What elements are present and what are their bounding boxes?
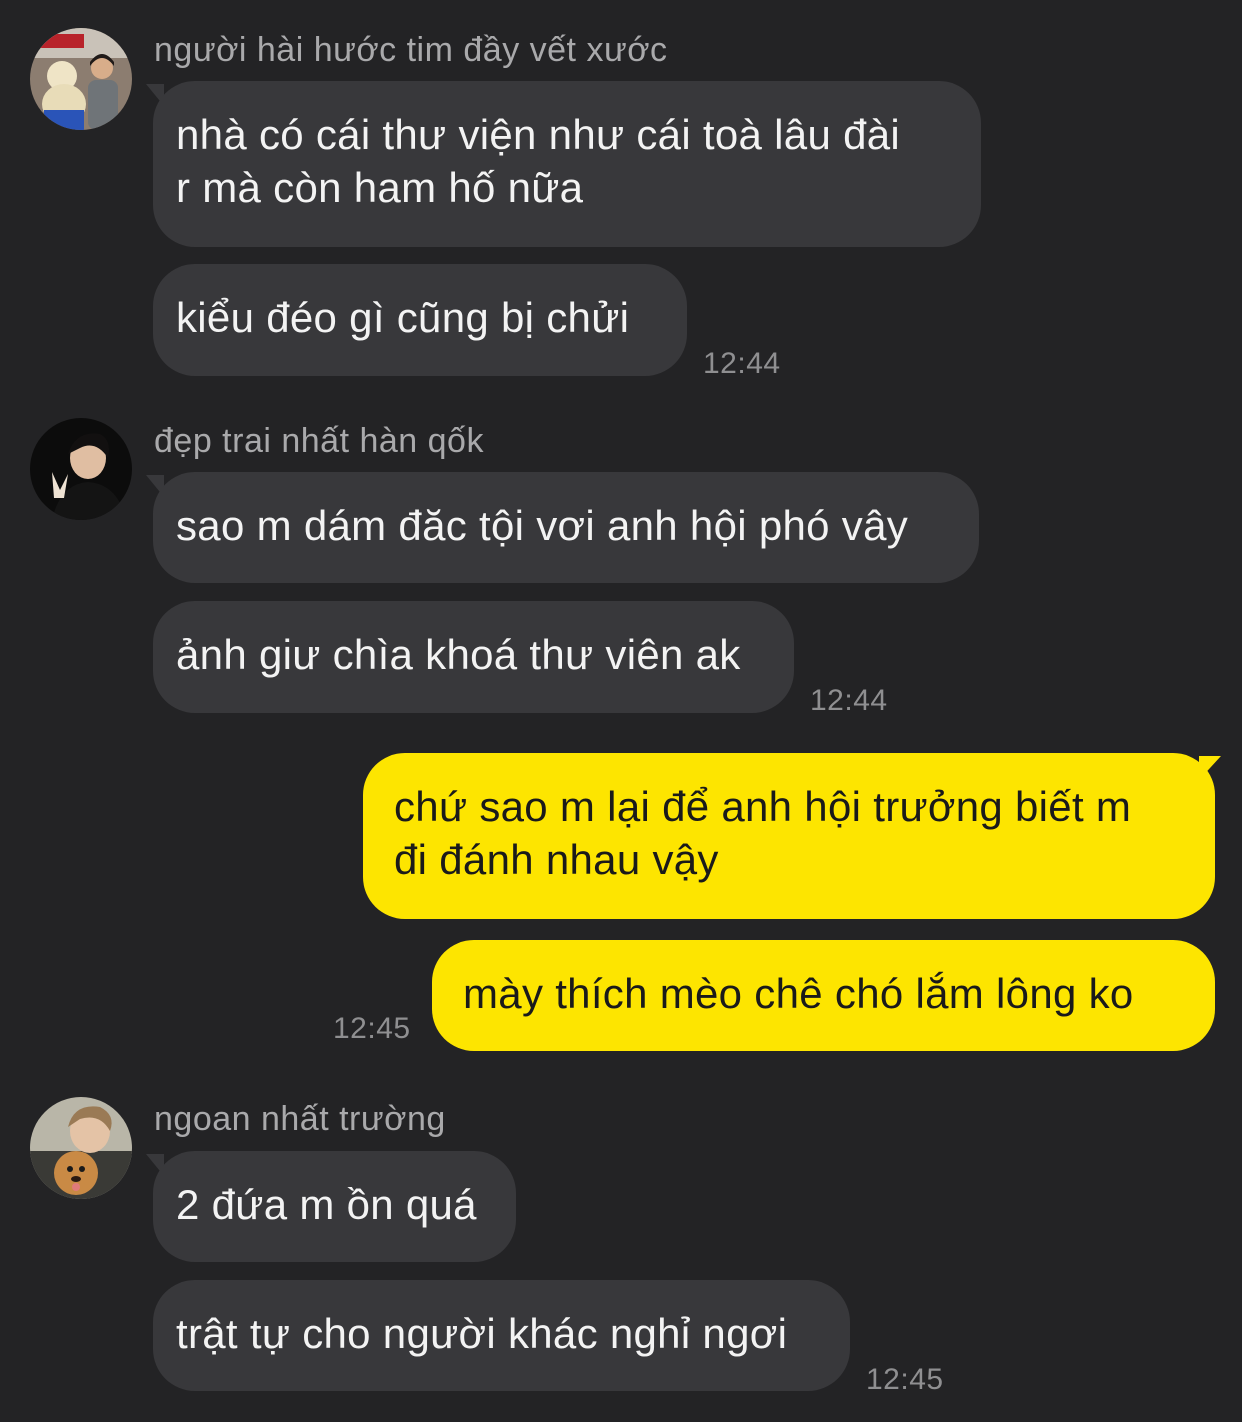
sender-avatar[interactable] xyxy=(30,418,132,520)
sender-avatar[interactable] xyxy=(30,1097,132,1199)
message-timestamp: 12:45 xyxy=(866,1363,944,1396)
sender-name: đẹp trai nhất hàn qốk xyxy=(154,422,484,460)
incoming-message-bubble[interactable]: sao m dám đăc tội vơi anh hội phó vây xyxy=(153,472,979,583)
incoming-message-bubble[interactable]: trật tự cho người khác nghỉ ngơi xyxy=(153,1280,850,1391)
outgoing-message-bubble[interactable]: mày thích mèo chê chó lắm lông ko xyxy=(432,940,1215,1051)
user-avatar-icon xyxy=(30,418,132,520)
sender-avatar[interactable] xyxy=(30,28,132,130)
user-avatar-icon xyxy=(30,28,132,130)
user-avatar-icon xyxy=(30,1097,132,1199)
sender-name: người hài hước tim đầy vết xước xyxy=(154,31,668,69)
message-timestamp: 12:44 xyxy=(703,347,781,380)
outgoing-message-bubble[interactable]: chứ sao m lại để anh hội trưởng biết m đ… xyxy=(363,753,1215,919)
incoming-message-bubble[interactable]: kiểu đéo gì cũng bị chửi xyxy=(153,264,687,376)
message-timestamp: 12:44 xyxy=(810,684,888,717)
sender-name: ngoan nhất trường xyxy=(154,1100,446,1138)
incoming-message-bubble[interactable]: ảnh giư chìa khoá thư viên ak xyxy=(153,601,794,713)
incoming-message-bubble[interactable]: nhà có cái thư viện như cái toà lâu đài … xyxy=(153,81,981,247)
incoming-message-bubble[interactable]: 2 đứa m ồn quá xyxy=(153,1151,516,1262)
message-timestamp: 12:45 xyxy=(333,1012,411,1045)
